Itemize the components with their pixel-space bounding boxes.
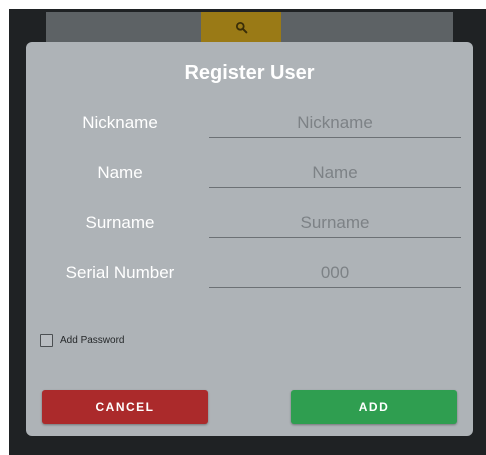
nickname-input[interactable] bbox=[209, 109, 461, 138]
register-user-dialog: Register User Nickname Name Surname Seri… bbox=[26, 42, 473, 436]
surname-label: Surname bbox=[85, 213, 155, 232]
cancel-button[interactable]: CANCEL bbox=[42, 390, 208, 424]
surname-input[interactable] bbox=[209, 209, 461, 238]
search-icon bbox=[235, 21, 247, 33]
name-row: Name bbox=[26, 155, 473, 195]
add-password-label: Add Password bbox=[60, 335, 125, 346]
nickname-row: Nickname bbox=[26, 105, 473, 145]
surname-row: Surname bbox=[26, 205, 473, 245]
name-input[interactable] bbox=[209, 159, 461, 188]
serial-number-input[interactable] bbox=[209, 259, 461, 288]
add-button[interactable]: ADD bbox=[291, 390, 457, 424]
serial-number-label: Serial Number bbox=[65, 263, 175, 282]
serial-number-row: Serial Number bbox=[26, 255, 473, 295]
search-button[interactable] bbox=[201, 12, 281, 42]
add-password-checkbox[interactable] bbox=[40, 334, 53, 347]
name-label: Name bbox=[97, 163, 143, 182]
add-password-checkbox-row[interactable]: Add Password bbox=[40, 334, 124, 347]
nickname-label: Nickname bbox=[82, 113, 158, 132]
dialog-title: Register User bbox=[184, 62, 315, 84]
